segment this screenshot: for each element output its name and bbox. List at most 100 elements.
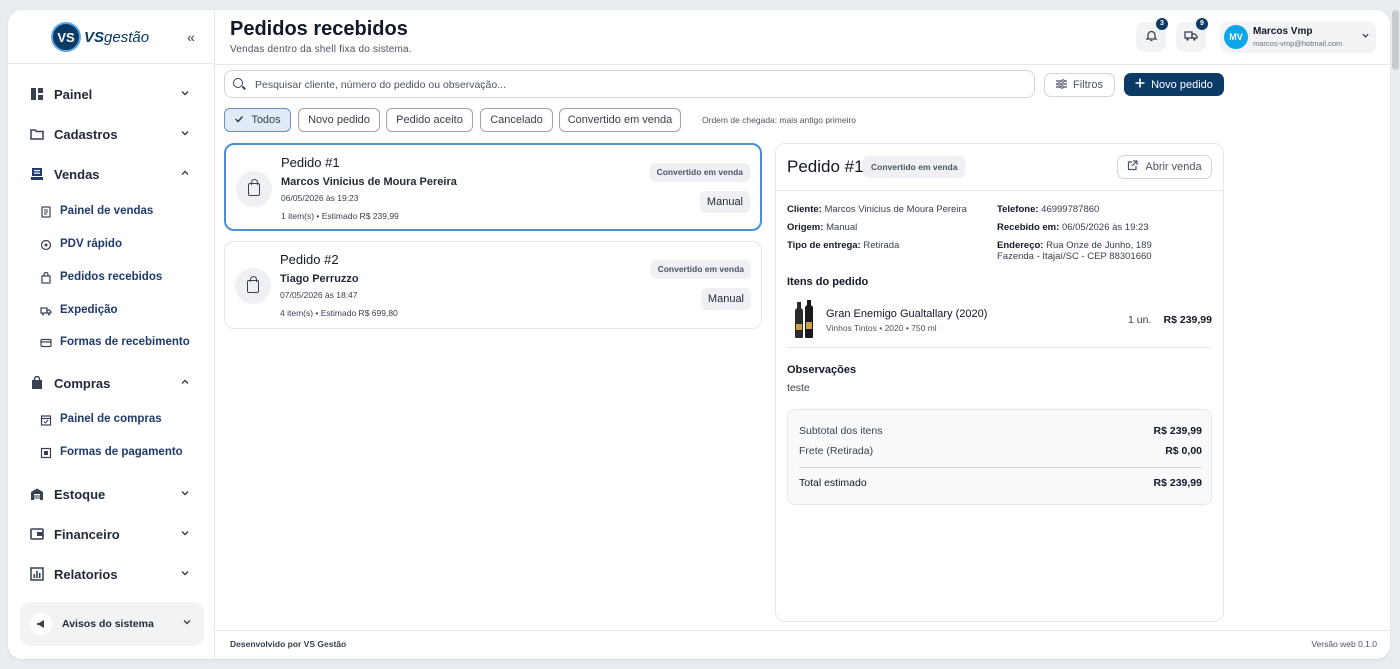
logo-brand: VS bbox=[84, 28, 105, 46]
search-input[interactable] bbox=[255, 76, 1015, 94]
sidebar-item-formas-de-recebimento[interactable]: Formas de recebimento bbox=[8, 327, 215, 357]
open-sale-button[interactable]: Abrir venda bbox=[1117, 155, 1212, 179]
sidebar-group-vendas[interactable]: Vendas bbox=[8, 156, 215, 192]
order-sort-note: Ordem de chegada: mais antigo primeiro bbox=[702, 115, 857, 125]
detail-tipo-entrega: Tipo de entrega: Retirada bbox=[787, 240, 900, 251]
subtotal-value: R$ 239,99 bbox=[1153, 425, 1202, 437]
user-menu[interactable]: MV Marcos Vmp marcos-vmp@hotmail.com bbox=[1220, 21, 1376, 53]
order-title: Pedido #2 bbox=[280, 252, 339, 267]
sidebar-item-label: PDV rápido bbox=[60, 238, 122, 250]
order-date: 06/05/2026 às 19:23 bbox=[281, 193, 359, 203]
sidebar-group-label: Vendas bbox=[54, 166, 100, 182]
sidebar-item-pedidos-recebidos[interactable]: Pedidos recebidos bbox=[8, 262, 215, 292]
footer-divider bbox=[215, 630, 1390, 631]
subtotal-label: Subtotal dos itens bbox=[799, 425, 883, 437]
logo-text: VSgestão bbox=[84, 29, 149, 46]
sidebar-item-label: Formas de recebimento bbox=[60, 336, 190, 348]
order-customer: Tiago Perruzzo bbox=[280, 273, 359, 285]
item-price: R$ 239,99 bbox=[1163, 314, 1212, 326]
logo-area: VS VSgestão « bbox=[8, 10, 214, 64]
filters-button[interactable]: Filtros bbox=[1044, 73, 1115, 97]
status-badge: Convertido em venda bbox=[863, 156, 966, 178]
sidebar-group-label: Relatorios bbox=[54, 566, 118, 582]
order-customer: Marcos Vinicius de Moura Pereira bbox=[281, 176, 457, 188]
sidebar-group-painel[interactable]: Painel bbox=[8, 76, 215, 112]
user-name: Marcos Vmp bbox=[1253, 26, 1313, 37]
sidebar-group-label: Estoque bbox=[54, 486, 106, 502]
filters-label: Filtros bbox=[1073, 79, 1103, 91]
card-icon bbox=[40, 336, 52, 348]
truck-icon bbox=[1184, 29, 1198, 45]
detail-origem: Origem: Manual bbox=[787, 222, 858, 233]
frete-value: R$ 0,00 bbox=[1165, 445, 1202, 457]
chip-label: Convertido em venda bbox=[567, 114, 673, 126]
search-box[interactable] bbox=[224, 70, 1035, 98]
bell-icon bbox=[1144, 29, 1158, 45]
external-link-icon bbox=[1127, 160, 1138, 174]
sidebar: VS VSgestão « Painel Cadastros Vendas Pa… bbox=[8, 10, 215, 659]
sidebar-group-estoque[interactable]: Estoque bbox=[8, 476, 215, 512]
sidebar-group-financeiro[interactable]: Financeiro bbox=[8, 516, 215, 552]
filter-chip-cancelado[interactable]: Cancelado bbox=[480, 108, 553, 132]
megaphone-icon bbox=[30, 613, 52, 635]
frete-label: Frete (Retirada) bbox=[799, 445, 874, 457]
sidebar-item-painel-de-vendas[interactable]: Painel de vendas bbox=[8, 196, 215, 226]
order-card[interactable]: Pedido #2 Tiago Perruzzo 07/05/2026 às 1… bbox=[224, 241, 762, 329]
logo-suffix: gestão bbox=[104, 28, 150, 46]
status-badge: Convertido em venda bbox=[649, 163, 750, 182]
chip-label: Pedido aceito bbox=[396, 114, 463, 126]
filter-chip-todos[interactable]: Todos bbox=[224, 108, 291, 132]
sidebar-group-label: Financeiro bbox=[54, 526, 120, 542]
wine-bottle-image bbox=[795, 300, 815, 338]
sidebar-item-expedicao[interactable]: Expedição bbox=[8, 295, 215, 325]
open-sale-label: Abrir venda bbox=[1145, 161, 1202, 173]
collapse-sidebar-button[interactable]: « bbox=[182, 28, 200, 46]
origin-badge: Manual bbox=[699, 191, 750, 213]
order-bag-icon bbox=[235, 268, 271, 304]
user-email: marcos-vmp@hotmail.com bbox=[1253, 39, 1343, 48]
sidebar-group-label: Cadastros bbox=[54, 126, 118, 142]
delivery-button[interactable]: 9 bbox=[1176, 18, 1208, 52]
filter-chip-novo-pedido[interactable]: Novo pedido bbox=[298, 108, 380, 132]
total-label: Total estimado bbox=[799, 477, 867, 489]
scrollbar-thumb[interactable] bbox=[1392, 10, 1399, 70]
avatar: MV bbox=[1224, 25, 1248, 49]
new-order-button[interactable]: Novo pedido bbox=[1124, 73, 1224, 96]
dashboard-icon bbox=[30, 87, 44, 101]
detail-telefone: Telefone: 46999787860 bbox=[997, 204, 1100, 215]
logo[interactable]: VS VSgestão bbox=[51, 22, 149, 52]
location-icon bbox=[40, 238, 52, 251]
order-detail-panel: Pedido #1 Convertido em venda Abrir vend… bbox=[775, 143, 1224, 622]
search-icon bbox=[233, 78, 243, 88]
sidebar-group-cadastros[interactable]: Cadastros bbox=[8, 116, 215, 152]
items-section-title: Itens do pedido bbox=[787, 276, 869, 288]
notification-badge: 3 bbox=[1156, 18, 1168, 30]
logo-mark: VS bbox=[51, 22, 81, 52]
sidebar-item-pdv-rapido[interactable]: PDV rápido bbox=[8, 229, 215, 259]
sidebar-group-compras[interactable]: Compras bbox=[8, 365, 215, 401]
obs-section-title: Observações bbox=[787, 364, 857, 376]
avisos-do-sistema[interactable]: Avisos do sistema bbox=[20, 602, 204, 646]
chevron-down-icon bbox=[180, 88, 190, 101]
sidebar-item-formas-de-pagamento[interactable]: Formas de pagamento bbox=[8, 437, 215, 467]
chart-icon bbox=[30, 567, 44, 581]
wallet-icon bbox=[30, 527, 44, 541]
item-meta: Vinhos Tintos • 2020 • 750 ml bbox=[826, 323, 937, 333]
item-name: Gran Enemigo Gualtallary (2020) bbox=[826, 308, 988, 320]
detail-endereco: Endereço: Rua Onze de Junho, 189 Fazenda … bbox=[997, 240, 1152, 262]
page-scrollbar[interactable] bbox=[1391, 0, 1400, 669]
status-badge: Convertido em venda bbox=[650, 260, 751, 279]
sidebar-group-label: Painel bbox=[54, 86, 93, 102]
sidebar-item-painel-de-compras[interactable]: Painel de compras bbox=[8, 404, 215, 434]
detail-recebido-em: Recebido em: 06/05/2026 às 19:23 bbox=[997, 222, 1149, 233]
order-estimate: 1 item(s) • Estimado R$ 239,99 bbox=[281, 211, 399, 221]
filter-chip-convertido-em-venda[interactable]: Convertido em venda bbox=[559, 108, 681, 132]
bag-icon bbox=[40, 271, 52, 284]
notifications-button[interactable]: 3 bbox=[1136, 18, 1168, 52]
filter-chip-pedido-aceito[interactable]: Pedido aceito bbox=[386, 108, 473, 132]
sidebar-group-relatorios[interactable]: Relatorios bbox=[8, 556, 215, 592]
sidebar-item-label: Pedidos recebidos bbox=[60, 271, 163, 283]
app-shell: VS VSgestão « Painel Cadastros Vendas Pa… bbox=[8, 10, 1390, 659]
shopping-bag-icon bbox=[30, 375, 44, 390]
order-card[interactable]: Pedido #1 Marcos Vinicius de Moura Perei… bbox=[224, 143, 762, 231]
